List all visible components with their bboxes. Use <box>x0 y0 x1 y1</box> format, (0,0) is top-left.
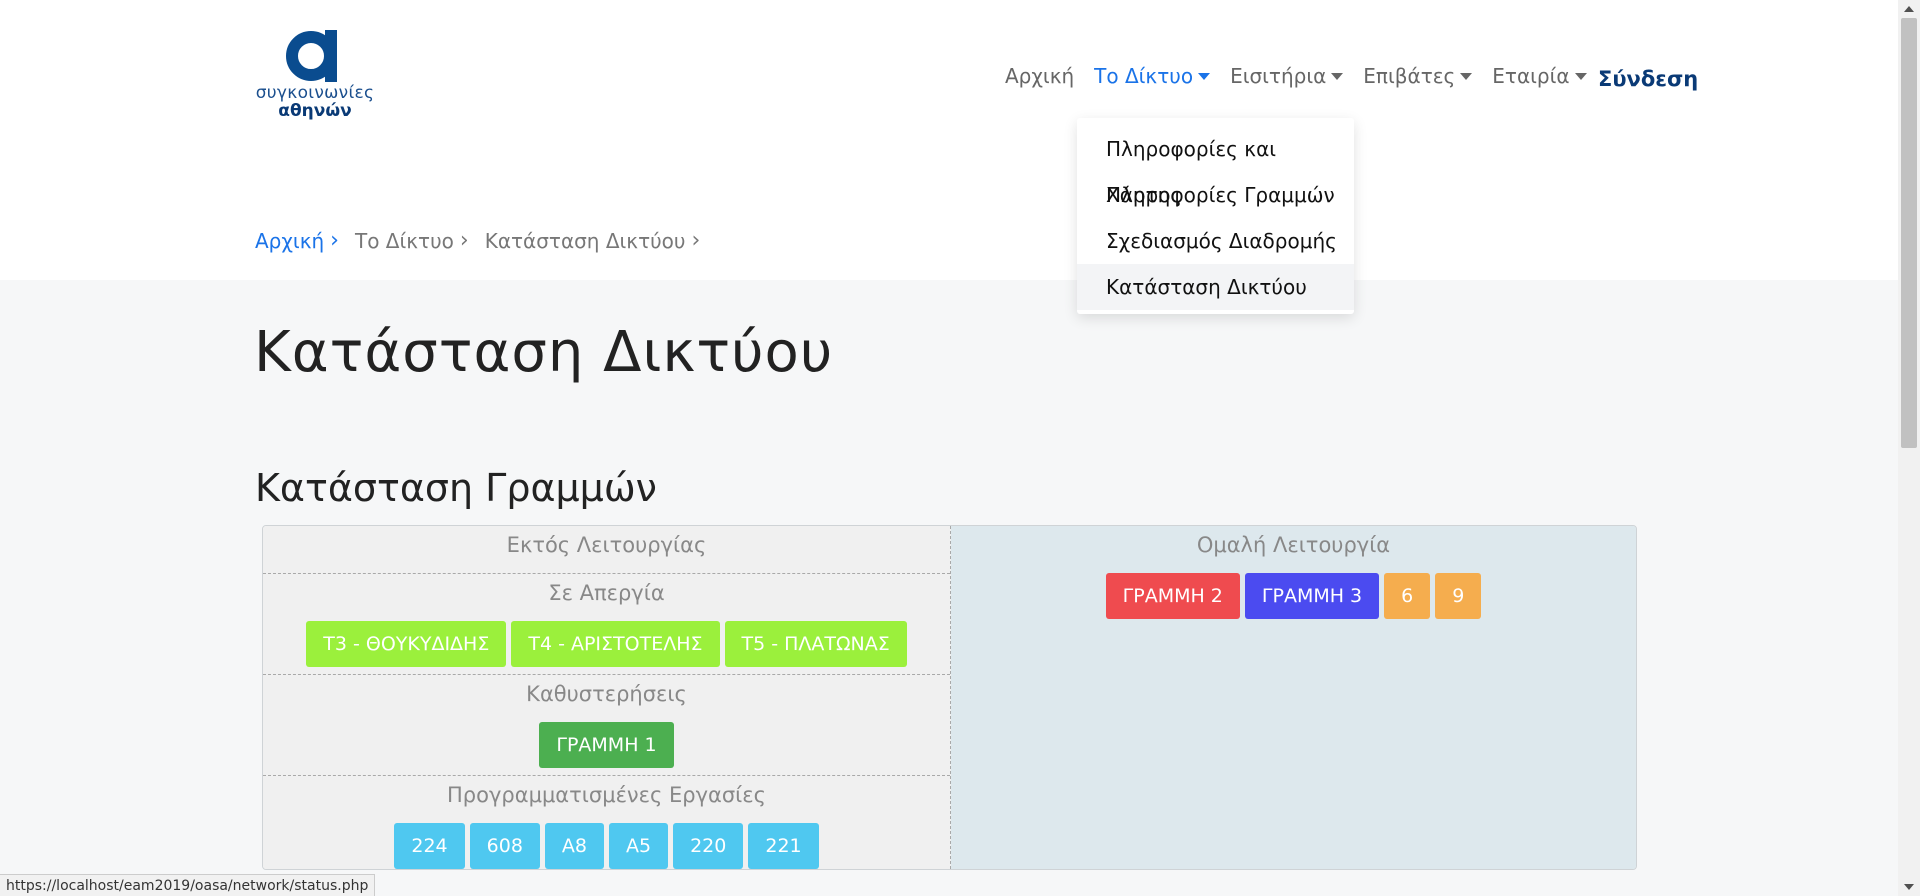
caret-down-icon <box>1331 72 1344 80</box>
line-badge[interactable]: 9 <box>1435 573 1482 619</box>
breadcrumb-item-2[interactable]: Κατάσταση Δικτύου › <box>485 229 701 253</box>
chevron-right-icon: › <box>691 228 701 253</box>
status-group-heading: Ομαλή Λειτουργία <box>1196 533 1391 557</box>
nav-item-label: Εισιτήρια <box>1230 64 1327 88</box>
line-badges: 224 608 Α8 Α5 220 221 <box>263 823 950 869</box>
status-group: Σε Απεργία Τ3 - ΘΟΥΚΥΔΙΔΗΣ Τ4 - ΑΡΙΣΤΟΤΕΛΗ… <box>263 574 950 675</box>
line-badges: ΓΡΑΜΜΗ 2 ΓΡΑΜΜΗ 369 <box>951 573 1636 626</box>
line-badge[interactable]: 6 <box>1384 573 1431 619</box>
status-group: Εκτός Λειτουργίας <box>263 526 950 574</box>
nav-item-2[interactable]: Εισιτήρια <box>1230 64 1344 88</box>
site-header: συγκοινωνίες αθηνών Αρχική Το Δίκτυο Εισιτ… <box>0 0 1898 280</box>
status-group: Ομαλή Λειτουργία ΓΡΑΜΜΗ 2 ΓΡΑΜΜΗ 369 <box>951 526 1636 626</box>
breadcrumb-item-0[interactable]: Αρχική › <box>255 229 339 253</box>
breadcrumb-label: Το Δίκτυο <box>354 229 454 253</box>
chevron-right-icon: › <box>459 228 469 253</box>
line-status-panel: Εκτός Λειτουργίας Σε Απεργία Τ3 - ΘΟΥΚΥΔΙΔ… <box>262 525 1637 870</box>
nav-item-3[interactable]: Επιβάτες <box>1363 64 1473 88</box>
line-badge[interactable]: Α5 <box>609 823 669 869</box>
caret-down-icon <box>1198 72 1211 80</box>
breadcrumb-label: Αρχική <box>255 229 325 253</box>
line-badge[interactable]: 220 <box>673 823 744 869</box>
chevron-right-icon: › <box>330 228 339 253</box>
page-scrollbar[interactable] <box>1898 0 1920 896</box>
page-title: Κατάσταση Δικτύου <box>254 320 834 385</box>
line-badge[interactable]: 224 <box>394 823 465 869</box>
nav-item-1[interactable]: Το Δίκτυο <box>1094 64 1211 88</box>
caret-down-icon <box>1460 72 1473 80</box>
browser-status-url: https://localhost/eam2019/oasa/network/s… <box>0 874 376 896</box>
status-column-right: Ομαλή Λειτουργία ΓΡΑΜΜΗ 2 ΓΡΑΜΜΗ 369 <box>951 526 1636 869</box>
nav-item-label: Εταιρία <box>1492 64 1570 88</box>
line-badges: ΓΡΑΜΜΗ 1 <box>263 722 950 775</box>
status-group-heading: Σε Απεργία <box>548 581 665 605</box>
section-title: Κατάσταση Γραμμών <box>255 466 657 510</box>
dropdown-item-0[interactable]: Πληροφορίες και Χάρτης <box>1077 126 1354 207</box>
status-group-heading: Προγραμματισμένες Εργασίες <box>447 783 766 807</box>
line-badge[interactable]: 608 <box>469 823 540 869</box>
line-badge[interactable]: ΓΡΑΜΜΗ 3 <box>1244 573 1380 619</box>
oasa-logo[interactable]: συγκοινωνίες αθηνών <box>254 28 376 132</box>
main-nav: Αρχική Το Δίκτυο Εισιτήρια Επιβάτες Εταιρία <box>1005 64 1607 88</box>
line-badge[interactable]: ΓΡΑΜΜΗ 1 <box>539 722 674 768</box>
alpha-logo-icon <box>286 30 337 82</box>
line-badge[interactable]: Α8 <box>544 823 604 869</box>
status-column-left: Εκτός Λειτουργίας Σε Απεργία Τ3 - ΘΟΥΚΥΔΙΔ… <box>263 526 951 869</box>
nav-item-0[interactable]: Αρχική <box>1005 64 1074 88</box>
breadcrumb-label: Κατάσταση Δικτύου <box>484 229 686 253</box>
logo-text-line2: αθηνών <box>278 101 352 121</box>
caret-down-icon <box>1574 72 1587 80</box>
line-badge[interactable]: 221 <box>748 823 819 869</box>
breadcrumb-item-1[interactable]: Το Δίκτυο › <box>355 229 469 253</box>
line-badge[interactable]: ΓΡΑΜΜΗ 2 <box>1105 573 1240 619</box>
scrollbar-thumb[interactable] <box>1901 18 1917 448</box>
network-dropdown-menu: Πληροφορίες και Χάρτης Πληροφορίες Γραμμώ… <box>1077 118 1354 314</box>
dropdown-item-2[interactable]: Σχεδιασμός Διαδρομής <box>1077 218 1354 264</box>
breadcrumb: Αρχική › Το Δίκτυο › Κατάσταση Δικτύου › <box>255 229 716 253</box>
status-group-heading: Καθυστερήσεις <box>526 682 687 706</box>
line-badges: Τ3 - ΘΟΥΚΥΔΙΔΗΣ Τ4 - ΑΡΙΣΤΟΤΕΛΗΣ Τ5 - ΠΛΑΤ… <box>263 621 950 674</box>
scroll-down-icon[interactable] <box>1904 884 1914 890</box>
nav-item-label: Το Δίκτυο <box>1094 64 1194 88</box>
line-badge[interactable]: Τ3 - ΘΟΥΚΥΔΙΔΗΣ <box>306 621 507 667</box>
status-group: Καθυστερήσεις ΓΡΑΜΜΗ 1 <box>263 675 950 776</box>
line-badge[interactable]: Τ4 - ΑΡΙΣΤΟΤΕΛΗΣ <box>511 621 720 667</box>
login-link[interactable]: Σύνδεση <box>1598 67 1698 91</box>
dropdown-item-1[interactable]: Πληροφορίες Γραμμών <box>1077 172 1354 218</box>
dropdown-item-3[interactable]: Κατάσταση Δικτύου <box>1077 264 1354 310</box>
status-group: Προγραμματισμένες Εργασίες 224 608 Α8 Α5 220 2… <box>263 776 950 869</box>
logo-text-line1: συγκοινωνίες <box>255 83 375 103</box>
nav-item-label: Αρχική <box>1005 64 1075 88</box>
nav-item-4[interactable]: Εταιρία <box>1492 64 1587 88</box>
nav-item-label: Επιβάτες <box>1363 64 1456 88</box>
scroll-up-icon[interactable] <box>1904 6 1914 12</box>
line-badge[interactable]: Τ5 - ΠΛΑΤΩΝΑΣ <box>724 621 907 667</box>
main-content: Κατάσταση Δικτύου Κατάσταση Γραμμών Εκτό… <box>0 280 1898 896</box>
status-group-heading: Εκτός Λειτουργίας <box>506 533 707 557</box>
